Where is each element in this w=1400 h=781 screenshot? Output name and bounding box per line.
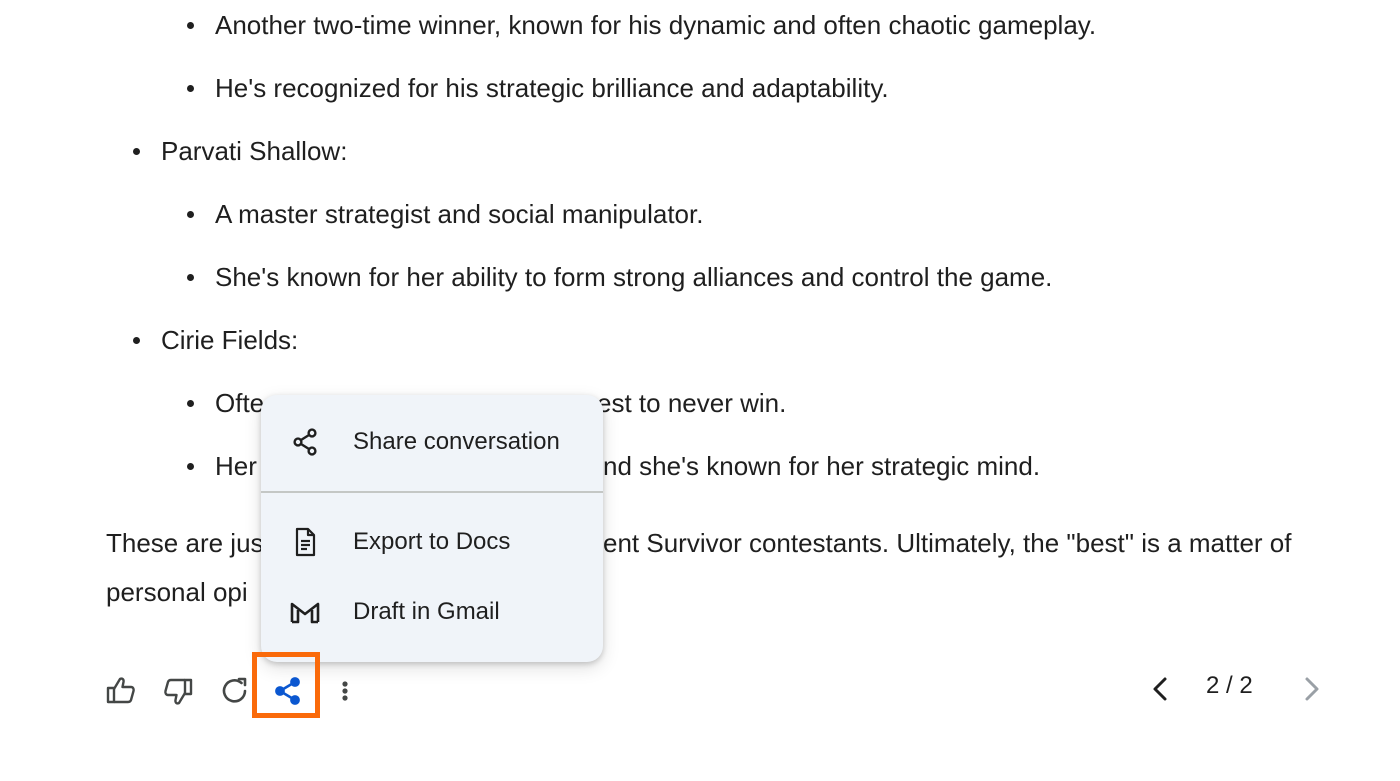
more-options-button[interactable] <box>333 670 357 710</box>
menu-item-label: Draft in Gmail <box>353 598 500 625</box>
docs-icon <box>289 526 321 558</box>
draft-page-indicator: 2 / 2 <box>1206 672 1253 699</box>
thumbs-up-button[interactable] <box>104 670 140 710</box>
list-item: A master strategist and social manipulat… <box>186 199 704 229</box>
share-button[interactable] <box>270 670 306 710</box>
list-item: She's known for her ability to form stro… <box>186 262 1053 292</box>
summary-paragraph-line1-left: These are jus <box>106 528 264 558</box>
share-conversation-item[interactable]: Share conversation <box>261 412 603 472</box>
menu-item-label: Export to Docs <box>353 528 511 555</box>
list-item: Cirie Fields: <box>132 325 299 355</box>
thumbs-down-button[interactable] <box>161 670 197 710</box>
list-item: Another two-time winner, known for his d… <box>186 10 1097 40</box>
list-item-fragment-left: Ofte <box>215 388 265 418</box>
list-item-fragment-right: nd she's known for her strategic mind. <box>603 451 1041 481</box>
list-item-fragment-right: est to never win. <box>597 388 787 418</box>
list-item: He's recognized for his strategic brilli… <box>187 73 889 103</box>
summary-paragraph-line2: personal opi <box>106 577 248 607</box>
gmail-icon <box>289 596 321 628</box>
share-icon <box>289 426 321 458</box>
list-item: Ofte <box>186 387 265 419</box>
list-item-fragment-left: Her <box>215 451 257 481</box>
next-draft-button[interactable] <box>1296 668 1326 708</box>
menu-item-label: Share conversation <box>353 428 560 455</box>
share-menu: Share conversation Export to Docs Draft … <box>261 395 603 662</box>
draft-in-gmail-item[interactable]: Draft in Gmail <box>261 582 603 642</box>
list-item: Her <box>187 450 257 482</box>
export-to-docs-item[interactable]: Export to Docs <box>261 512 603 572</box>
regenerate-button[interactable] <box>218 670 254 710</box>
previous-draft-button[interactable] <box>1146 668 1176 708</box>
summary-paragraph-line1-right: ent Survivor contestants. Ultimately, th… <box>603 528 1292 558</box>
response-content: Another two-time winner, known for his d… <box>0 0 1400 781</box>
menu-divider <box>261 491 603 493</box>
list-item: Parvati Shallow: <box>132 136 348 166</box>
